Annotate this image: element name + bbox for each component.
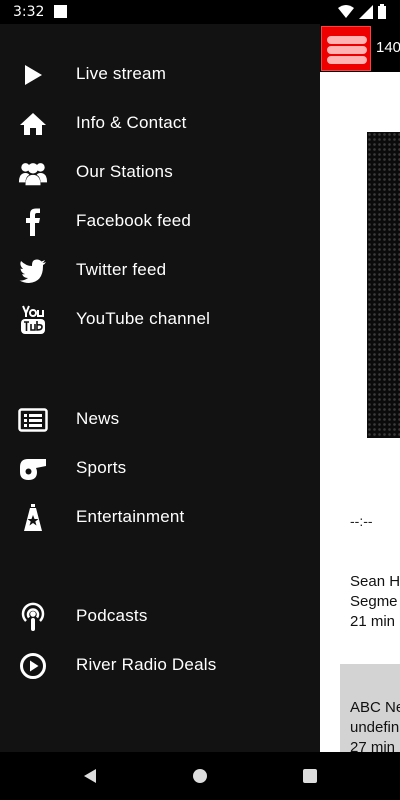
drawer-item-river-radio-deals[interactable]: River Radio Deals [0, 641, 320, 690]
twitter-icon [18, 256, 48, 286]
home-icon [18, 109, 48, 139]
notification-icon [54, 5, 67, 18]
newspaper-icon [18, 405, 48, 435]
drawer-item-news[interactable]: News [0, 395, 320, 444]
system-nav-bar [0, 752, 400, 800]
drawer-item-live-stream[interactable]: Live stream [0, 50, 320, 99]
back-icon [84, 769, 96, 783]
drawer-item-podcasts[interactable]: Podcasts [0, 592, 320, 641]
menu-icon [327, 36, 367, 44]
whistle-icon [18, 454, 48, 484]
battery-icon [378, 4, 386, 19]
list-item[interactable]: Sean H Segme 21 min [350, 572, 400, 632]
main-content: 140 --:-- Sean H Segme 21 min ABC Ne und… [320, 24, 400, 752]
drawer-item-facebook-feed[interactable]: Facebook feed [0, 197, 320, 246]
home-circle-icon [193, 769, 207, 783]
recents-button[interactable] [300, 766, 320, 786]
time-readout: --:-- [350, 513, 373, 529]
drawer-item-entertainment[interactable]: Entertainment [0, 493, 320, 542]
status-icons [338, 4, 386, 19]
menu-button[interactable] [321, 26, 371, 71]
drawer-item-info-contact[interactable]: Info & Contact [0, 99, 320, 148]
app-bar: 140 [320, 24, 400, 72]
station-artwork [367, 132, 400, 438]
group-icon [18, 158, 48, 188]
list-item[interactable]: ABC Ne undefin 27 min [340, 664, 400, 752]
status-bar: 3:32 [0, 0, 400, 24]
drawer-item-youtube-channel[interactable]: YouTube channel [0, 295, 320, 344]
play-circle-icon [18, 651, 48, 681]
youtube-icon [18, 305, 48, 335]
signal-icon [359, 4, 373, 19]
recents-icon [303, 769, 317, 783]
drawer-item-sports[interactable]: Sports [0, 444, 320, 493]
back-button[interactable] [80, 766, 100, 786]
star-award-icon [18, 503, 48, 533]
facebook-icon [18, 207, 48, 237]
navigation-drawer: Live stream Info & Contact Our Stations … [0, 24, 320, 752]
status-time: 3:32 [13, 4, 45, 20]
drawer-item-our-stations[interactable]: Our Stations [0, 148, 320, 197]
wifi-icon [338, 4, 354, 18]
drawer-item-twitter-feed[interactable]: Twitter feed [0, 246, 320, 295]
app-title: 140 [376, 39, 400, 56]
play-icon [18, 60, 48, 90]
podcast-icon [18, 602, 48, 632]
home-button[interactable] [190, 766, 210, 786]
